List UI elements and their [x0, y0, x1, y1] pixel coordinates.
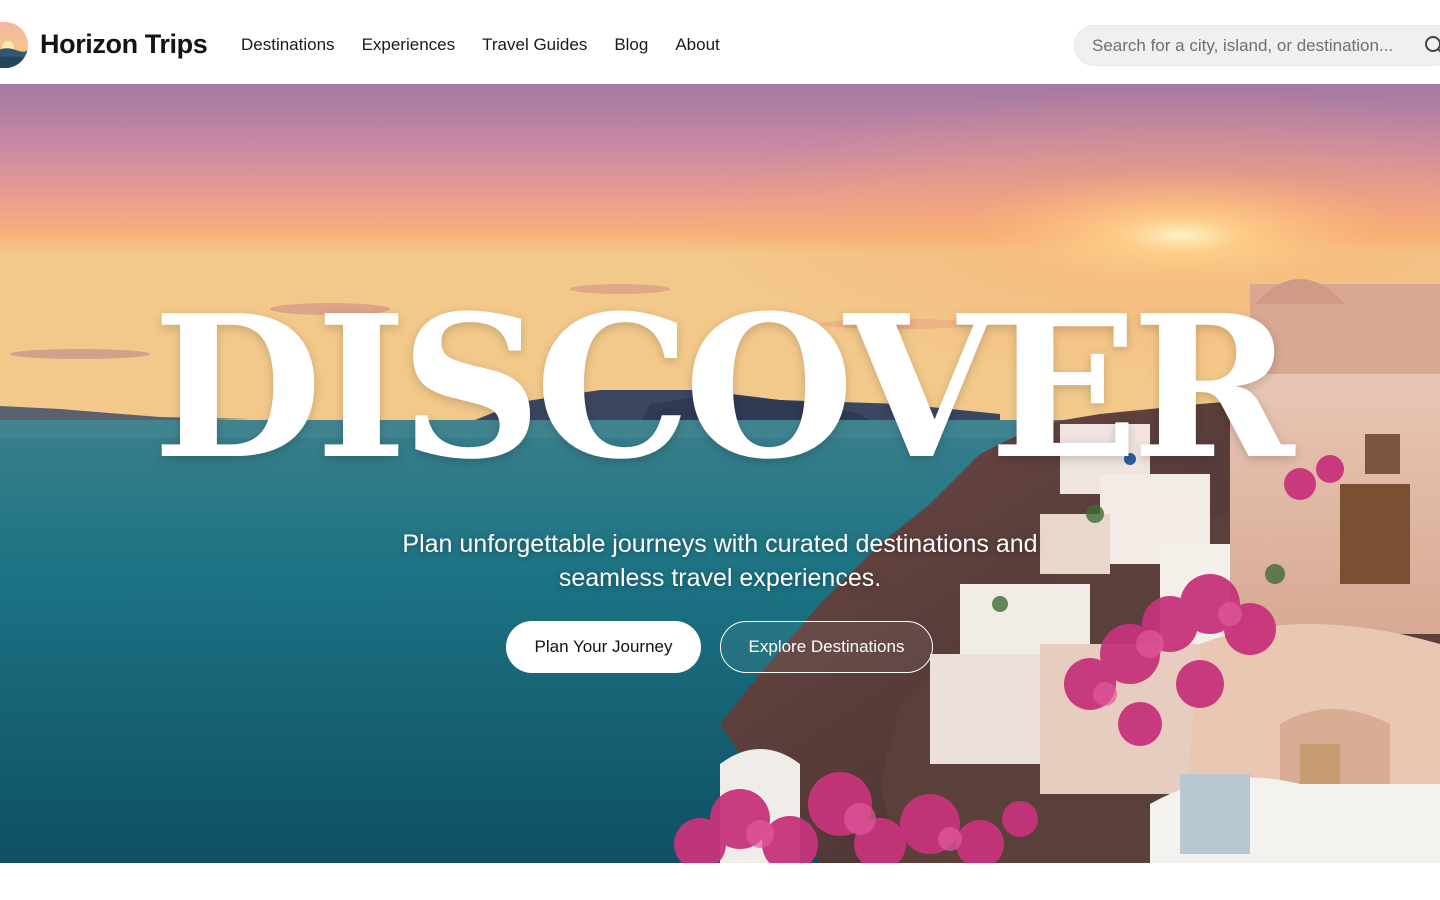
search-bar: [1074, 25, 1440, 66]
nav-item-destinations[interactable]: Destinations: [241, 35, 335, 55]
nav-item-travel-guides[interactable]: Travel Guides: [482, 35, 587, 55]
search-icon[interactable]: [1424, 35, 1440, 57]
hero-subtitle: Plan unforgettable journeys with curated…: [402, 530, 1038, 592]
main-nav: Destinations Experiences Travel Guides B…: [241, 35, 720, 55]
nav-item-experiences[interactable]: Experiences: [362, 35, 456, 55]
brand-name[interactable]: Horizon Trips: [40, 29, 208, 60]
sunset-logo-icon[interactable]: [0, 22, 28, 68]
hero-section: DISCOVER Plan unforgettable journeys wit…: [0, 84, 1440, 863]
plan-your-journey-button[interactable]: Plan Your Journey: [506, 621, 701, 673]
site-header: Horizon Trips Destinations Experiences T…: [0, 0, 1440, 84]
search-input[interactable]: [1092, 26, 1412, 65]
nav-item-blog[interactable]: Blog: [614, 35, 648, 55]
nav-item-about[interactable]: About: [675, 35, 719, 55]
hero-title: DISCOVER: [152, 273, 1295, 503]
explore-destinations-button[interactable]: Explore Destinations: [720, 621, 933, 673]
